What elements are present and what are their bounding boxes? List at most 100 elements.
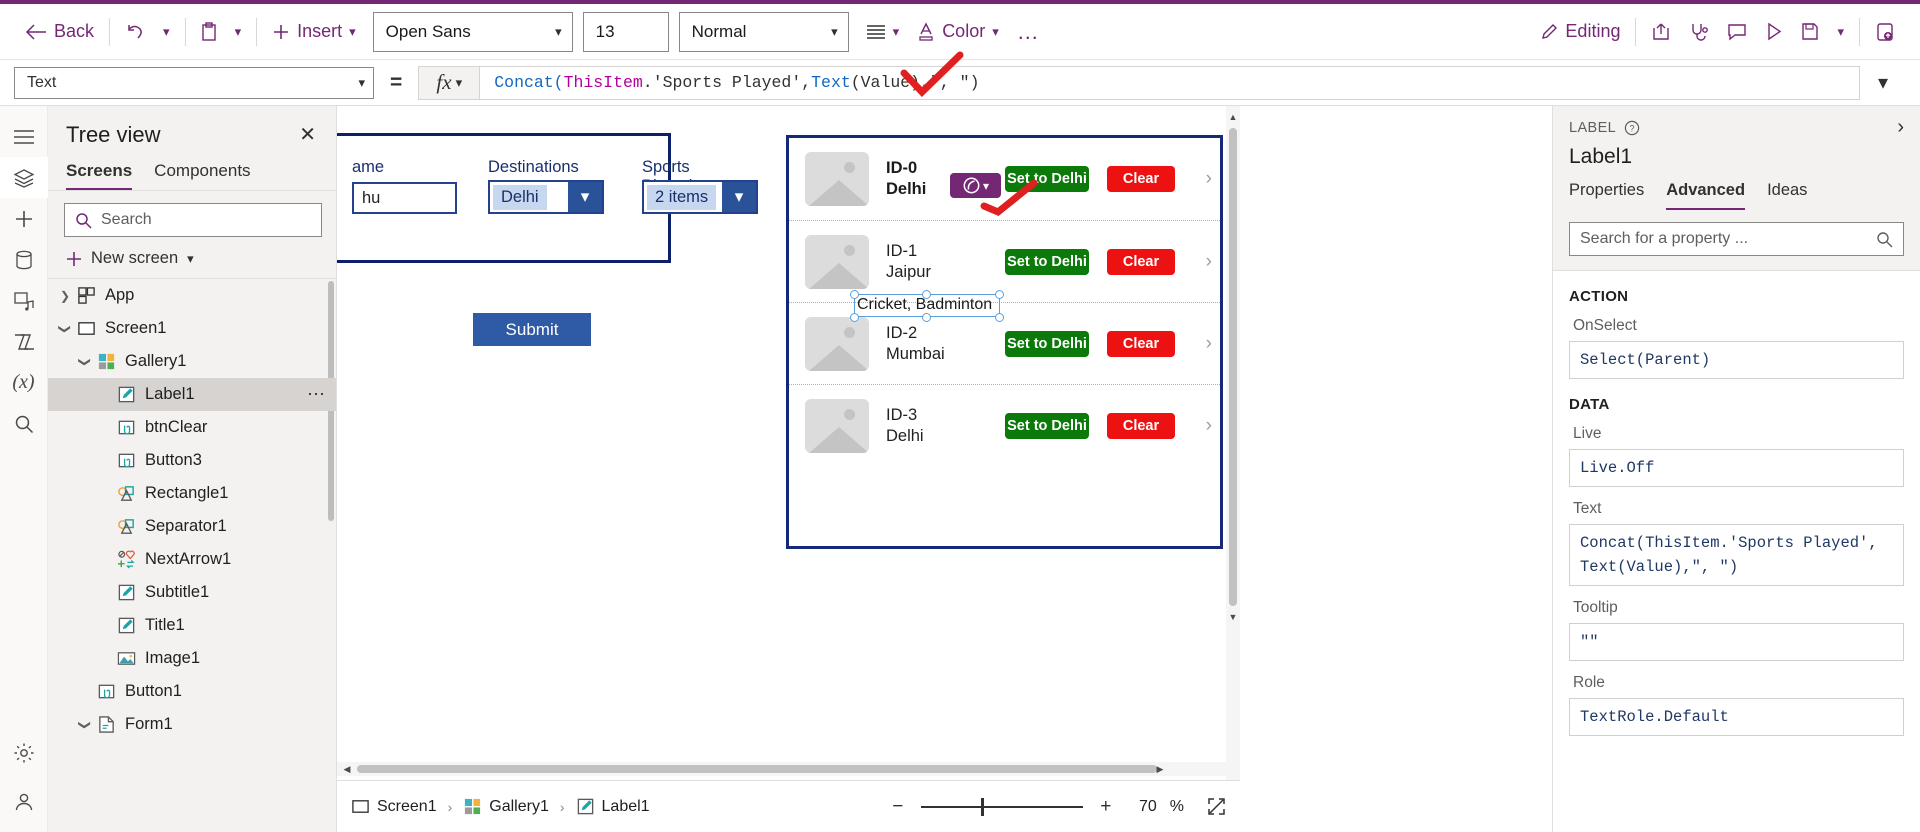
submit-button[interactable]: Submit (473, 313, 591, 346)
scroll-down-icon[interactable]: ▼ (1226, 608, 1240, 626)
chevron-right-icon[interactable]: ❯ (56, 289, 74, 303)
back-button[interactable]: Back (16, 12, 103, 52)
resize-handle-bm[interactable] (922, 313, 931, 322)
property-value-input[interactable]: Concat(ThisItem.'Sports Played', Text(Va… (1569, 524, 1904, 586)
editing-mode-button[interactable]: Editing (1531, 12, 1629, 52)
undo-dropdown[interactable]: ▾ (154, 12, 179, 52)
zoom-in-button[interactable]: + (1096, 796, 1116, 818)
tree-search[interactable] (64, 203, 322, 237)
zoom-slider-knob[interactable] (981, 798, 984, 816)
scroll-up-icon[interactable]: ▲ (1226, 108, 1240, 126)
property-search[interactable] (1569, 222, 1904, 256)
tree-item-rectangle1[interactable]: Rectangle1 (48, 477, 336, 510)
canvas-vertical-scrollbar[interactable]: ▲ ▼ (1226, 106, 1240, 832)
tree-item-app[interactable]: ❯App (48, 279, 336, 312)
set-to-delhi-button[interactable]: Set to Delhi (1005, 413, 1089, 439)
clear-button[interactable]: Clear (1107, 249, 1175, 275)
rail-account-button[interactable] (0, 781, 48, 822)
field-input-name[interactable]: hu (352, 182, 457, 214)
search-input[interactable] (101, 211, 311, 229)
more-commands-button[interactable]: … (1008, 12, 1049, 52)
tab-components[interactable]: Components (154, 161, 250, 190)
canvas-horizontal-scrollbar[interactable]: ◀ ▶ (337, 762, 1226, 776)
resize-handle-br[interactable] (995, 313, 1004, 322)
save-button[interactable] (1792, 12, 1828, 52)
rail-media-button[interactable] (0, 280, 48, 321)
chevron-down-icon[interactable]: ❯ (58, 320, 72, 338)
preview-button[interactable] (1756, 12, 1792, 52)
font-size-input[interactable]: 13 (583, 12, 669, 52)
font-weight-select[interactable]: Normal ▾ (679, 12, 849, 52)
rail-settings-button[interactable] (0, 732, 48, 773)
publish-button[interactable] (1866, 12, 1904, 52)
insert-button[interactable]: Insert ▾ (263, 12, 365, 52)
tab-screens[interactable]: Screens (66, 161, 132, 190)
next-arrow-icon[interactable]: › (1206, 168, 1212, 190)
rail-flows-button[interactable] (0, 321, 48, 362)
set-to-delhi-button[interactable]: Set to Delhi (1005, 249, 1089, 275)
next-arrow-icon[interactable]: › (1206, 251, 1212, 273)
tree-item-label1[interactable]: Label1⋯ (48, 378, 336, 411)
rail-search-button[interactable] (0, 403, 48, 444)
next-arrow-icon[interactable]: › (1206, 333, 1212, 355)
font-color-button[interactable]: Color ▾ (908, 12, 1008, 52)
rail-menu-button[interactable] (0, 116, 48, 157)
rail-data-button[interactable] (0, 239, 48, 280)
set-to-delhi-button[interactable]: Set to Delhi (1005, 166, 1089, 192)
paste-button[interactable] (192, 12, 226, 52)
rail-variables-button[interactable]: (x) (0, 362, 48, 403)
tree-item-image1[interactable]: Image1 (48, 642, 336, 675)
zoom-slider[interactable] (921, 806, 1083, 808)
tree-item-gallery1[interactable]: ❯Gallery1 (48, 345, 336, 378)
scroll-left-icon[interactable]: ◀ (339, 762, 355, 776)
next-arrow-icon[interactable]: › (1206, 415, 1212, 437)
dropdown-sports-played[interactable]: 2 items ▾ (642, 180, 758, 214)
tree-item-button3[interactable]: Button3 (48, 444, 336, 477)
chevron-down-icon[interactable]: ❯ (78, 353, 92, 371)
chevron-down-icon[interactable]: ❯ (78, 716, 92, 734)
tree-item-separator1[interactable]: Separator1 (48, 510, 336, 543)
formula-bar-expand-button[interactable]: ▾ (1860, 66, 1906, 100)
property-value-input[interactable]: Live.Off (1569, 449, 1904, 487)
resize-handle-tm[interactable] (922, 290, 931, 299)
property-search-input[interactable] (1580, 230, 1876, 248)
clear-button[interactable]: Clear (1107, 331, 1175, 357)
property-value-input[interactable]: TextRole.Default (1569, 698, 1904, 736)
tree-item-title1[interactable]: Title1 (48, 609, 336, 642)
formula-input[interactable]: Concat(ThisItem.'Sports Played', Text(Va… (480, 66, 1860, 100)
tree-item-overflow-button[interactable]: ⋯ (307, 384, 326, 405)
tab-properties[interactable]: Properties (1569, 181, 1644, 210)
canvas-horizontal-scroll-thumb[interactable] (357, 765, 1157, 773)
resize-handle-tl[interactable] (850, 290, 859, 299)
gallery-row[interactable]: ID-3DelhiSet to DelhiClear› (789, 384, 1220, 466)
resize-handle-tr[interactable] (995, 290, 1004, 299)
tree-item-form1[interactable]: ❯Form1 (48, 708, 336, 741)
tree-item-button1[interactable]: Button1 (48, 675, 336, 708)
align-button[interactable]: ▾ (857, 12, 909, 52)
collapse-panel-button[interactable]: › (1897, 116, 1904, 139)
property-select[interactable]: Text ▾ (14, 67, 374, 99)
gallery-row[interactable]: ID-0DelhiSet to DelhiClear› (789, 138, 1220, 220)
fit-to-screen-button[interactable] (1207, 797, 1226, 816)
gallery-control[interactable]: ID-0DelhiSet to DelhiClear›ID-1JaipurSet… (786, 135, 1223, 549)
zoom-out-button[interactable]: − (888, 796, 908, 818)
tree-item-btnclear[interactable]: btnClear (48, 411, 336, 444)
clear-button[interactable]: Clear (1107, 413, 1175, 439)
rail-insert-button[interactable] (0, 198, 48, 239)
help-icon[interactable]: ? (1624, 120, 1640, 136)
dropdown-destinations[interactable]: Delhi ▾ (488, 180, 604, 214)
clear-button[interactable]: Clear (1107, 166, 1175, 192)
property-value-input[interactable]: "" (1569, 623, 1904, 661)
resize-handle-bl[interactable] (850, 313, 859, 322)
scroll-right-icon[interactable]: ▶ (1152, 762, 1168, 776)
breadcrumb-item-label1[interactable]: Label1 (576, 797, 650, 816)
property-value-input[interactable]: Select(Parent) (1569, 341, 1904, 379)
app-checker-button[interactable] (1680, 12, 1718, 52)
fx-button[interactable]: fx ▾ (418, 66, 480, 100)
font-family-select[interactable]: Open Sans ▾ (373, 12, 573, 52)
new-screen-button[interactable]: New screen ▾ (48, 243, 336, 279)
tab-ideas[interactable]: Ideas (1767, 181, 1807, 210)
rail-tree-view-button[interactable] (0, 157, 48, 198)
breadcrumb-item-screen1[interactable]: Screen1 (351, 797, 437, 816)
share-button[interactable] (1642, 12, 1680, 52)
